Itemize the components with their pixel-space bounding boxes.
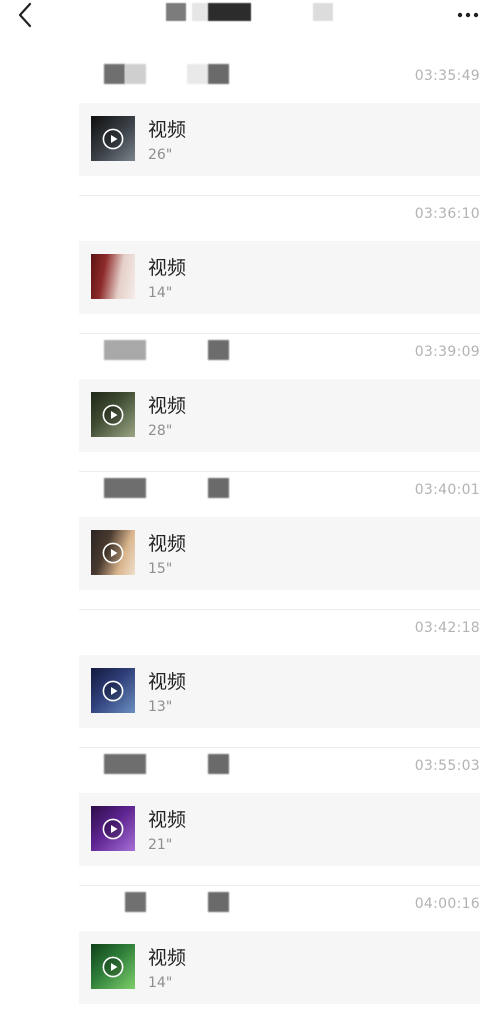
more-dots-icon[interactable] (456, 8, 480, 22)
play-icon (102, 680, 124, 701)
message-item: 03:40:01 视频 15" (0, 478, 500, 616)
message-item: 04:00:16 视频 14" (0, 892, 500, 1030)
video-thumbnail (91, 806, 135, 851)
video-message-card[interactable]: 视频 15" (79, 517, 480, 590)
video-thumbnail (91, 116, 135, 161)
video-thumbnail (91, 254, 135, 299)
video-thumbnail (91, 392, 135, 437)
chat-title-redacted (313, 3, 333, 21)
video-duration: 14" (148, 975, 173, 991)
play-icon (102, 956, 124, 977)
video-message-card[interactable]: 视频 13" (79, 655, 480, 728)
video-message-card[interactable]: 视频 26" (79, 103, 480, 176)
video-label: 视频 (148, 395, 187, 417)
divider (79, 471, 480, 472)
video-message-card[interactable]: 视频 28" (79, 379, 480, 452)
play-icon (102, 818, 124, 839)
divider (79, 333, 480, 334)
message-timestamp: 03:40:01 (414, 482, 480, 498)
video-duration: 28" (148, 423, 173, 439)
message-item: 03:35:49 视频 26" (0, 64, 500, 202)
video-duration: 21" (148, 837, 173, 853)
video-duration: 13" (148, 699, 173, 715)
video-message-card[interactable]: 视频 21" (79, 793, 480, 866)
video-duration: 26" (148, 147, 173, 163)
message-timestamp: 04:00:16 (414, 896, 480, 912)
top-bar (0, 0, 500, 30)
video-label: 视频 (148, 947, 187, 969)
divider (79, 609, 480, 610)
video-message-card[interactable]: 视频 14" (79, 241, 480, 314)
chevron-left-icon[interactable] (14, 2, 36, 28)
message-item: 03:55:03 视频 21" (0, 754, 500, 892)
message-item: 03:39:09 视频 28" (0, 340, 500, 478)
divider (79, 747, 480, 748)
video-thumbnail (91, 944, 135, 989)
message-item: 03:42:18 视频 13" (0, 616, 500, 754)
video-label: 视频 (148, 533, 187, 555)
message-timestamp: 03:36:10 (414, 206, 480, 222)
message-timestamp: 03:39:09 (414, 344, 480, 360)
message-timestamp: 03:42:18 (414, 620, 480, 636)
video-label: 视频 (148, 671, 187, 693)
sender-redacted (0, 340, 380, 362)
message-timestamp: 03:55:03 (414, 758, 480, 774)
play-icon (102, 404, 124, 425)
play-icon (102, 128, 124, 149)
video-thumbnail (91, 668, 135, 713)
video-message-card[interactable]: 视频 14" (79, 931, 480, 1004)
chat-title-redacted (208, 3, 251, 21)
message-item: 03:36:10 视频 14" (0, 202, 500, 340)
video-duration: 14" (148, 285, 173, 301)
play-icon (102, 542, 124, 563)
divider (79, 885, 480, 886)
video-duration: 15" (148, 561, 173, 577)
message-timestamp: 03:35:49 (414, 68, 480, 84)
sender-redacted (0, 64, 380, 86)
video-label: 视频 (148, 119, 187, 141)
sender-redacted (0, 892, 380, 914)
divider (79, 195, 480, 196)
video-label: 视频 (148, 809, 187, 831)
sender-redacted (0, 754, 380, 776)
chat-title-redacted (166, 3, 186, 21)
chat-title-redacted (192, 3, 208, 21)
video-label: 视频 (148, 257, 187, 279)
video-thumbnail (91, 530, 135, 575)
sender-redacted (0, 478, 380, 500)
